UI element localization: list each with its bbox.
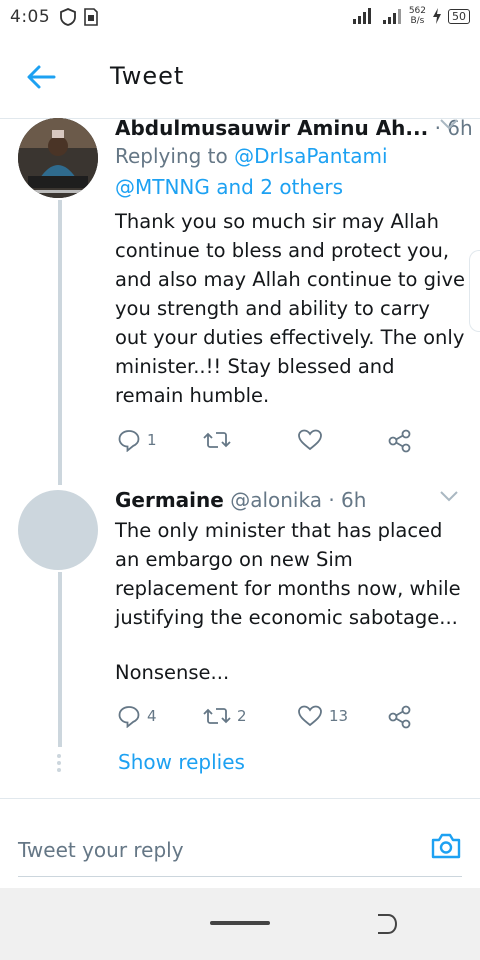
mention-link[interactable]: @DrIsaPantami bbox=[234, 144, 387, 168]
system-back-icon[interactable] bbox=[374, 912, 400, 936]
back-arrow-icon[interactable] bbox=[26, 64, 56, 90]
like-count: 13 bbox=[329, 707, 349, 725]
thread-line bbox=[58, 572, 62, 747]
status-bar: 4:05 562 B/s 50 bbox=[0, 0, 480, 36]
avatar[interactable] bbox=[18, 490, 98, 570]
retweet-button[interactable]: 2 bbox=[203, 704, 247, 728]
chevron-down-icon[interactable] bbox=[439, 118, 459, 130]
retweet-icon bbox=[203, 708, 231, 724]
status-right: 562 B/s 50 bbox=[351, 6, 470, 26]
like-button[interactable]: 13 bbox=[297, 704, 348, 728]
replying-to: Replying to @DrIsaPantami @MTNNG and 2 o… bbox=[115, 141, 465, 203]
share-icon bbox=[388, 429, 411, 453]
divider bbox=[0, 798, 480, 799]
chevron-down-icon[interactable] bbox=[439, 490, 459, 502]
reply-button[interactable]: 4 bbox=[117, 704, 157, 728]
thread-dots bbox=[57, 754, 63, 775]
like-button[interactable] bbox=[297, 428, 329, 452]
author-handle[interactable]: @alonika bbox=[230, 488, 322, 512]
thread-line bbox=[58, 200, 62, 485]
retweet-icon bbox=[203, 432, 231, 448]
retweet-count: 2 bbox=[237, 707, 247, 725]
tweet-header: Abdulmusauwir Aminu Ah... · 6h bbox=[115, 116, 473, 140]
tweet-text: Thank you so much sir may Allah continue… bbox=[115, 210, 466, 407]
tweet-header: Germaine @alonika · 6h bbox=[115, 488, 465, 512]
reply-count: 4 bbox=[147, 707, 157, 725]
system-nav-bar bbox=[0, 888, 480, 960]
tweet-actions: 1 bbox=[117, 428, 417, 458]
heart-icon bbox=[298, 705, 322, 727]
share-button[interactable] bbox=[387, 704, 413, 730]
tweet[interactable]: Abdulmusauwir Aminu Ah... · 6h Replying … bbox=[115, 116, 473, 410]
side-handle[interactable] bbox=[469, 250, 480, 332]
reply-count: 1 bbox=[147, 431, 157, 449]
avatar[interactable] bbox=[18, 118, 98, 198]
net-speed-unit: B/s bbox=[410, 16, 425, 26]
reply-composer[interactable]: Tweet your reply bbox=[18, 820, 462, 877]
show-replies-link[interactable]: Show replies bbox=[118, 750, 245, 774]
app-bar: Tweet bbox=[0, 36, 480, 119]
author-name[interactable]: Germaine bbox=[115, 488, 224, 512]
retweet-button[interactable] bbox=[203, 428, 237, 452]
sim-card-icon bbox=[84, 8, 98, 26]
mention-link-others[interactable]: @MTNNG and 2 others bbox=[115, 175, 343, 199]
avatar-image bbox=[18, 118, 98, 198]
charging-icon bbox=[433, 8, 441, 24]
battery-indicator: 50 bbox=[448, 8, 470, 24]
net-speed-value: 562 bbox=[408, 6, 426, 16]
share-button[interactable] bbox=[387, 428, 413, 454]
camera-icon[interactable] bbox=[430, 832, 462, 860]
home-gesture-bar[interactable] bbox=[210, 921, 270, 925]
tweet-text: The only minister that has placed an emb… bbox=[115, 519, 461, 629]
net-speed: 562 B/s bbox=[409, 6, 426, 26]
signal-icon bbox=[352, 8, 371, 24]
tweet[interactable]: Germaine @alonika · 6h The only minister… bbox=[115, 488, 465, 687]
share-icon bbox=[388, 705, 411, 729]
reply-icon bbox=[118, 430, 140, 452]
tweet-actions: 4 2 13 bbox=[117, 704, 417, 734]
replying-prefix: Replying to bbox=[115, 144, 235, 168]
shield-icon bbox=[60, 8, 76, 26]
signal-icon bbox=[382, 9, 401, 24]
tweet-text-continued: Nonsense... bbox=[115, 661, 230, 684]
page-title: Tweet bbox=[110, 62, 185, 90]
heart-icon bbox=[298, 429, 322, 451]
reply-icon bbox=[118, 706, 140, 728]
status-time: 4:05 bbox=[10, 7, 51, 27]
author-name[interactable]: Abdulmusauwir Aminu Ah... bbox=[115, 116, 428, 140]
reply-button[interactable]: 1 bbox=[117, 428, 157, 452]
reply-input[interactable]: Tweet your reply bbox=[18, 838, 184, 862]
tweet-time: · 6h bbox=[328, 488, 367, 512]
